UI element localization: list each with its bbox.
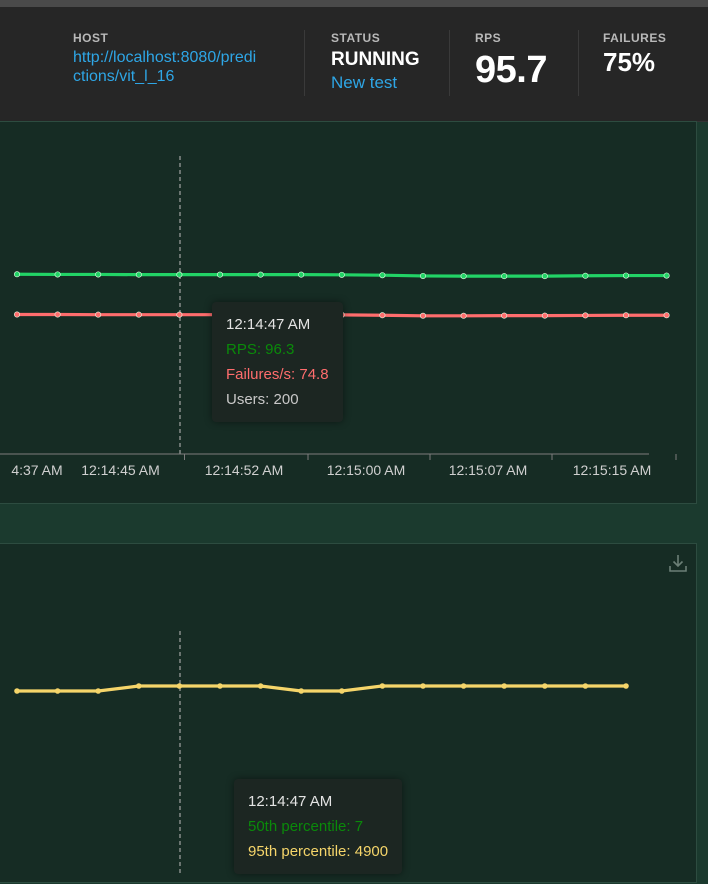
data-point[interactable] <box>420 683 426 689</box>
host-link-line2[interactable]: ctions/vit_l_16 <box>73 67 256 86</box>
tooltip-time: 12:14:47 AM <box>248 793 333 810</box>
host-stat: HOST http://localhost:8080/predi ctions/… <box>73 31 256 86</box>
data-point[interactable] <box>14 311 21 318</box>
data-point[interactable] <box>257 683 264 689</box>
rps-chart-tooltip: 12:14:47 AM RPS: 96.3 Failures/s: 74.8 U… <box>212 302 343 422</box>
data-point[interactable] <box>14 688 20 694</box>
x-tick-label: 12:14:52 AM <box>205 462 284 478</box>
divider <box>578 30 579 96</box>
failures-stat: FAILURES 75% <box>603 31 666 78</box>
data-point[interactable] <box>419 312 426 319</box>
data-point[interactable] <box>176 271 183 278</box>
status-stat: STATUS RUNNING New test <box>331 31 420 93</box>
data-point[interactable] <box>95 688 101 694</box>
response-time-tooltip: 12:14:47 AM 50th percentile: 7 95th perc… <box>234 779 403 874</box>
host-link[interactable]: http://localhost:8080/predi ctions/vit_l… <box>73 48 256 86</box>
data-point[interactable] <box>460 273 467 280</box>
divider <box>449 30 450 96</box>
x-tick-label: 12:15:00 AM <box>327 462 406 478</box>
data-point[interactable] <box>54 688 61 694</box>
data-point[interactable] <box>136 683 142 689</box>
data-point[interactable] <box>419 272 426 279</box>
rps-chart-panel: 4:37 AM 12:14:45 AM 12:14:52 AM 12:15:00 AM… <box>0 121 697 504</box>
data-point[interactable] <box>135 271 142 278</box>
tooltip-p95: 95th percentile: 4900 <box>248 843 389 860</box>
download-icon[interactable] <box>668 553 688 578</box>
top-strip <box>0 0 708 7</box>
failures-value: 75% <box>603 47 656 77</box>
data-point[interactable] <box>95 311 102 318</box>
data-point[interactable] <box>338 271 345 278</box>
rps-chart[interactable]: 4:37 AM 12:14:45 AM 12:14:52 AM 12:15:00 AM… <box>0 122 698 505</box>
x-tick-label: 12:14:45 AM <box>81 462 160 478</box>
divider <box>304 30 305 96</box>
data-point[interactable] <box>379 312 386 319</box>
data-point[interactable] <box>501 683 508 689</box>
host-label: HOST <box>73 31 109 45</box>
data-point[interactable] <box>623 683 629 689</box>
data-point[interactable] <box>135 311 142 318</box>
rps-stat: RPS 95.7 <box>475 31 547 92</box>
data-point[interactable] <box>460 312 467 319</box>
status-value: RUNNING <box>331 49 420 70</box>
data-point[interactable] <box>95 271 102 278</box>
x-tick-label: 4:37 AM <box>11 462 62 478</box>
data-point[interactable] <box>176 311 183 318</box>
data-point[interactable] <box>541 312 548 319</box>
tooltip-p50: 50th percentile: 7 <box>248 818 364 835</box>
data-point[interactable] <box>663 312 670 319</box>
data-point[interactable] <box>176 683 183 689</box>
tooltip-failures: Failures/s: 74.8 <box>226 366 329 383</box>
data-point[interactable] <box>582 683 589 689</box>
tooltip-rps: RPS: 96.3 <box>226 341 295 358</box>
data-point[interactable] <box>622 272 629 279</box>
rps-label: RPS <box>475 31 502 45</box>
data-point[interactable] <box>217 271 224 278</box>
status-label: STATUS <box>331 31 381 45</box>
series-line-p95 <box>17 684 626 693</box>
x-tick-label: 12:15:15 AM <box>573 462 652 478</box>
data-point[interactable] <box>460 683 467 689</box>
data-point[interactable] <box>298 688 305 694</box>
host-link-line1[interactable]: http://localhost:8080/predi <box>73 48 256 67</box>
data-point[interactable] <box>622 312 629 319</box>
data-point[interactable] <box>541 273 548 280</box>
data-point[interactable] <box>54 271 61 278</box>
data-point[interactable] <box>339 688 345 694</box>
data-point[interactable] <box>582 272 589 279</box>
data-point[interactable] <box>379 683 386 689</box>
failures-label: FAILURES <box>603 31 667 45</box>
data-point[interactable] <box>54 311 61 318</box>
new-test-link[interactable]: New test <box>331 73 420 93</box>
tooltip-users: Users: 200 <box>226 391 299 408</box>
data-point[interactable] <box>298 271 305 278</box>
data-point[interactable] <box>14 271 21 278</box>
data-point[interactable] <box>217 683 223 689</box>
data-point[interactable] <box>501 312 508 319</box>
data-point[interactable] <box>542 683 548 689</box>
x-tick-label: 12:15:07 AM <box>449 462 528 478</box>
data-point[interactable] <box>582 312 589 319</box>
tooltip-time: 12:14:47 AM <box>226 316 311 333</box>
rps-value: 95.7 <box>475 49 547 91</box>
data-point[interactable] <box>501 273 508 280</box>
data-point[interactable] <box>663 272 670 279</box>
data-point[interactable] <box>257 271 264 278</box>
stats-header: HOST http://localhost:8080/predi ctions/… <box>0 7 708 122</box>
data-point[interactable] <box>379 272 386 279</box>
